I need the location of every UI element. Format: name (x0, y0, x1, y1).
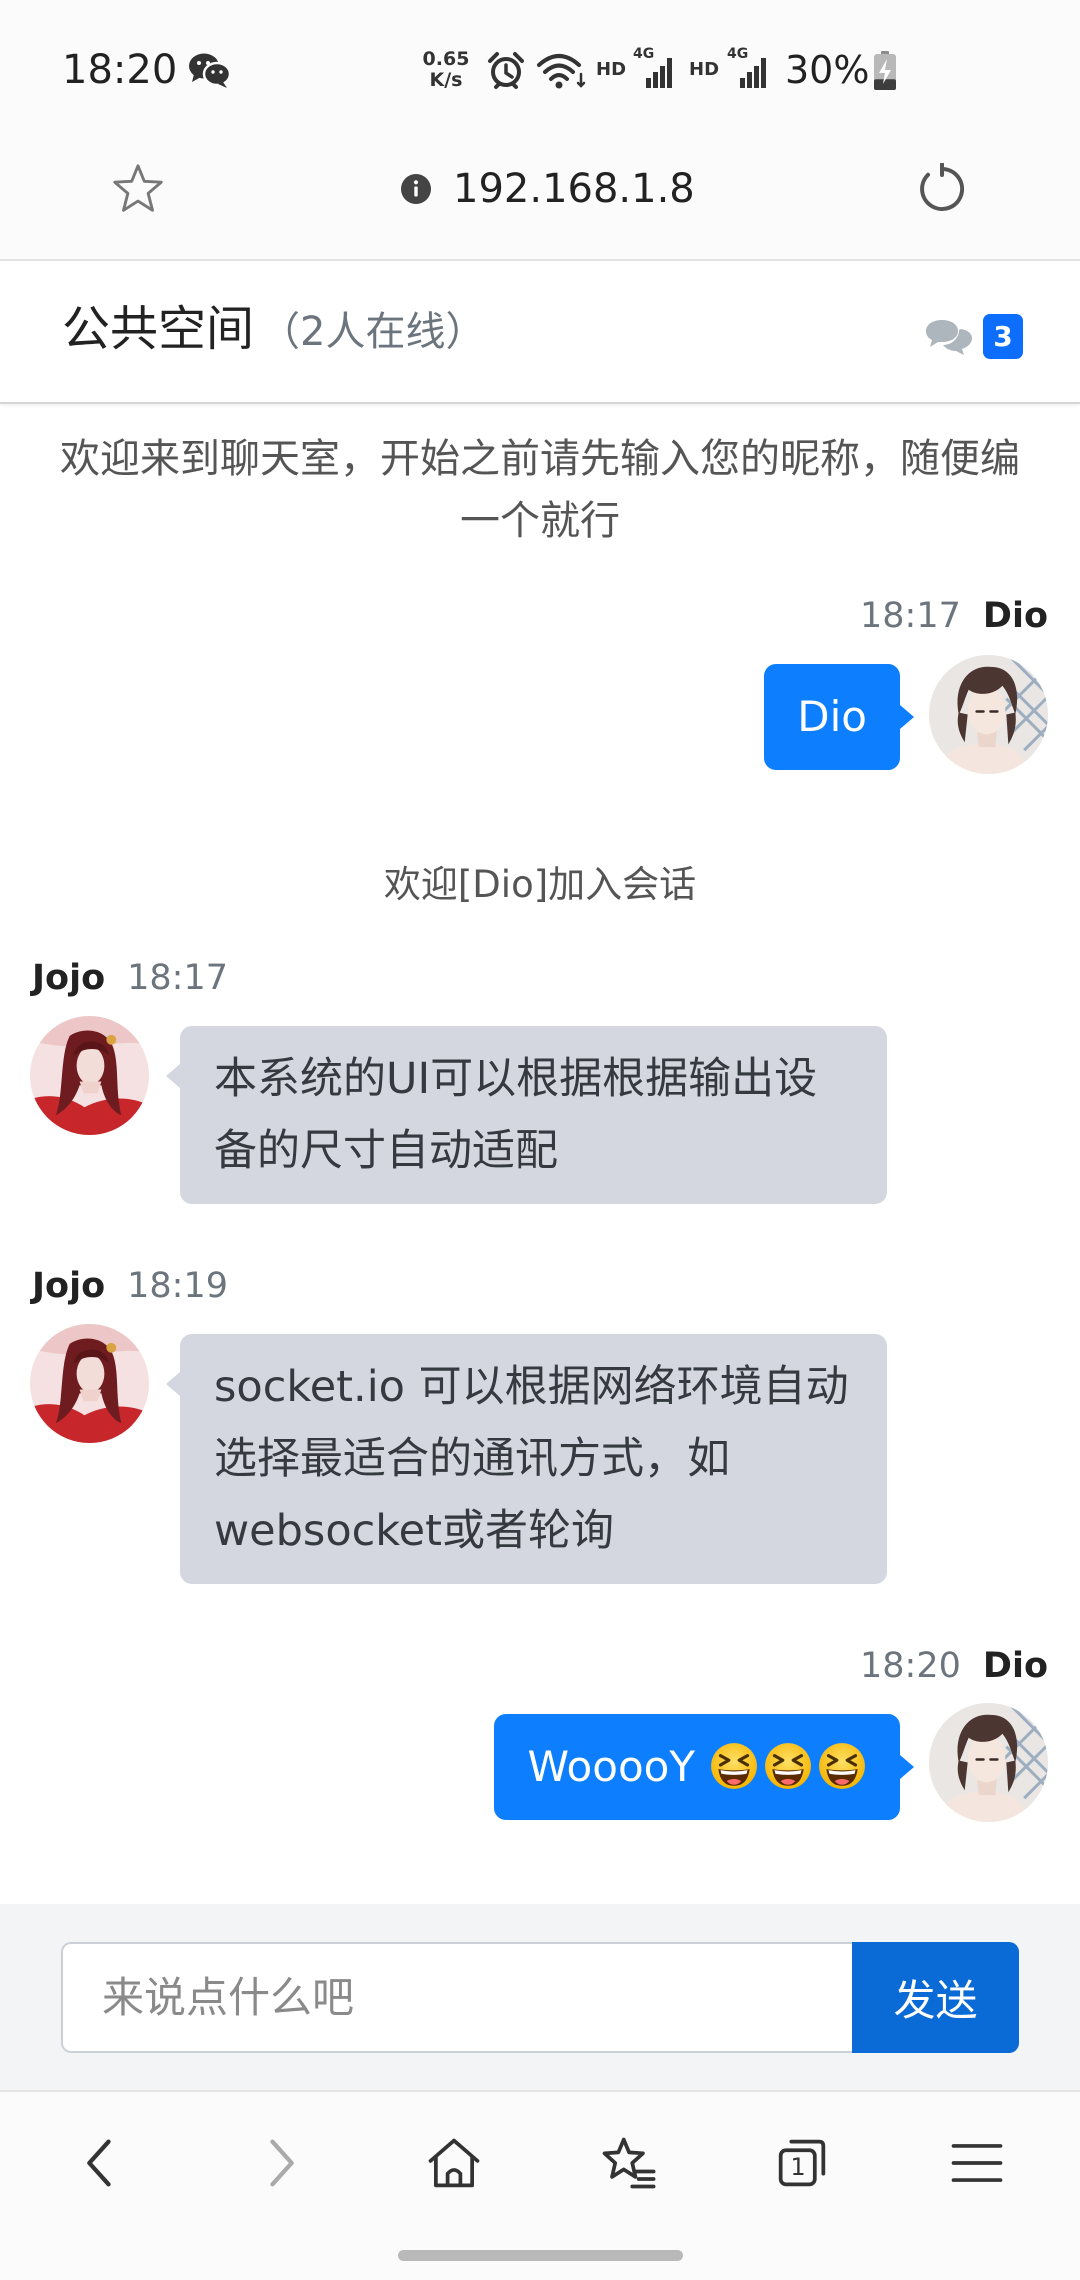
alarm-icon (488, 52, 524, 89)
address-bar-url[interactable]: 192.168.1.8 (453, 161, 695, 217)
bookmarks-icon[interactable] (596, 2131, 660, 2195)
battery-percent: 30% (785, 48, 870, 92)
message-text: Dio (797, 692, 867, 741)
wechat-icon (189, 53, 232, 88)
chat-bubbles-icon[interactable] (924, 316, 974, 356)
network-speed-unit: K/s (429, 69, 463, 91)
sim1-hd-label: HD (596, 59, 627, 80)
message-sender: Jojo (32, 958, 106, 998)
welcome-message: 欢迎来到聊天室，开始之前请先输入您的昵称，随便编一个就行 (60, 436, 1020, 544)
battery-charging-icon (874, 51, 896, 90)
info-icon[interactable] (400, 173, 432, 205)
send-button[interactable]: 发送 (852, 1942, 1019, 2053)
reload-icon[interactable] (916, 163, 968, 215)
online-count: （2人在线） (260, 309, 486, 355)
message-text: socket.io 可以根据网络环境自动选择最适合的通讯方式，如websocke… (214, 1362, 849, 1556)
message-meta: 18:20 Dio (860, 1641, 1048, 1691)
menu-icon[interactable] (945, 2131, 1009, 2195)
room-title: 公共空间 (62, 301, 255, 357)
message-sender: Jojo (32, 1266, 106, 1306)
message-time: 18:17 (127, 958, 228, 998)
status-time: 18:20 (62, 47, 178, 93)
avatar (929, 1703, 1048, 1822)
avatar (30, 1324, 149, 1443)
network-speed-value: 0.65 (422, 48, 470, 70)
signal-icon (646, 58, 672, 88)
home-icon[interactable] (422, 2131, 486, 2195)
message-text: WooooY (527, 1742, 695, 1791)
message-bubble: 本系统的UI可以根据根据输出设备的尺寸自动适配 (166, 1026, 887, 1204)
message-input[interactable] (61, 1942, 852, 2053)
message-meta: 18:17 Dio (860, 591, 1048, 641)
avatar (30, 1016, 149, 1135)
tabs-icon[interactable]: 1 (770, 2131, 834, 2195)
forward-icon[interactable] (249, 2131, 313, 2195)
message-meta: Jojo 18:19 (32, 1261, 228, 1311)
chat-title-row: 公共空间 （2人在线） (62, 299, 485, 359)
message-sender: Dio (982, 596, 1048, 636)
grinning-squinting-face-icon (763, 1741, 813, 1791)
message-sender: Dio (982, 1646, 1048, 1686)
avatar (929, 655, 1048, 774)
message-time: 18:17 (860, 596, 961, 636)
unread-badge[interactable]: 3 (983, 314, 1023, 359)
star-outline-icon[interactable] (109, 160, 167, 218)
message-bubble: socket.io 可以根据网络环境自动选择最适合的通讯方式，如websocke… (166, 1334, 887, 1584)
message-bubble: Dio (764, 664, 914, 770)
wifi-icon (537, 54, 586, 89)
message-meta: Jojo 18:17 (32, 953, 228, 1003)
system-message: 欢迎[Dio]加入会话 (383, 863, 697, 906)
signal-icon (740, 58, 766, 88)
message-text: 本系统的UI可以根据根据输出设备的尺寸自动适配 (214, 1054, 818, 1176)
message-bubble: WooooY (494, 1714, 914, 1820)
message-time: 18:20 (860, 1646, 961, 1686)
message-time: 18:19 (127, 1266, 228, 1306)
tab-count: 1 (790, 2153, 806, 2181)
grinning-squinting-face-icon (817, 1741, 867, 1791)
sim2-hd-label: HD (689, 59, 720, 80)
network-speed: 0.65 K/s (418, 49, 474, 91)
back-icon[interactable] (68, 2131, 132, 2195)
grinning-squinting-face-icon (709, 1741, 759, 1791)
gesture-home-indicator[interactable] (398, 2250, 683, 2261)
